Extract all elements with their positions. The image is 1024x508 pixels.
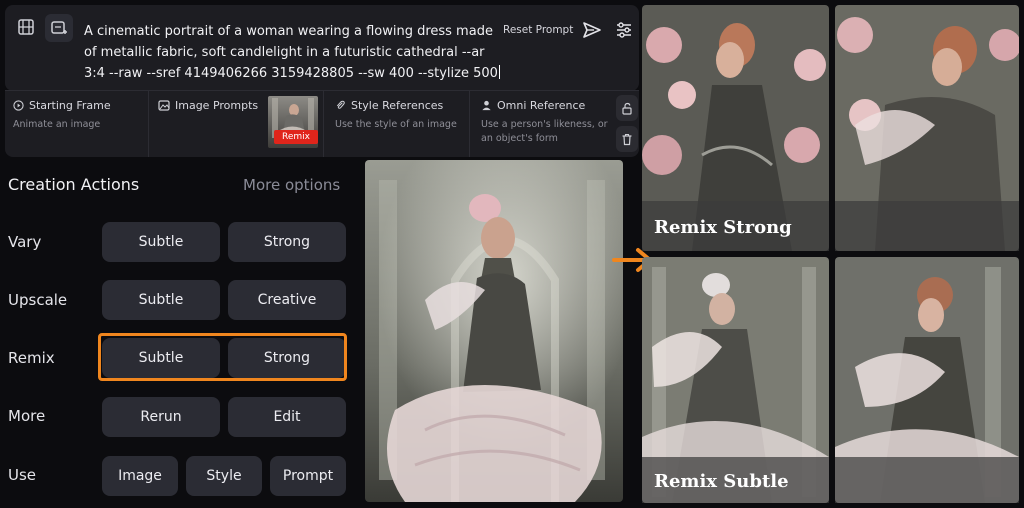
- person-icon: [482, 100, 491, 111]
- vary-strong-button[interactable]: Strong: [228, 222, 346, 262]
- caption-band-subtle-right: [835, 457, 1019, 503]
- omni-reference-header: Omni Reference: [481, 99, 585, 112]
- starting-frame-title: Starting Frame: [29, 99, 111, 112]
- delete-button[interactable]: [616, 126, 638, 152]
- add-image-icon[interactable]: [45, 14, 73, 42]
- remix-highlight-box: [98, 333, 347, 381]
- trash-icon: [622, 133, 632, 145]
- image-prompts-slot[interactable]: Image Prompts Remix: [148, 91, 324, 157]
- main-image-artwork: [365, 160, 623, 502]
- reference-bar: Starting Frame Animate an image Image Pr…: [5, 90, 639, 157]
- remix-subtle-band: Remix Subtle: [642, 457, 1019, 503]
- style-references-slot[interactable]: Style References Use the style of an ima…: [323, 91, 470, 157]
- omni-reference-title: Omni Reference: [497, 99, 586, 112]
- style-references-subtitle: Use the style of an image: [335, 119, 457, 130]
- use-image-button[interactable]: Image: [102, 456, 178, 496]
- upscale-subtle-button[interactable]: Subtle: [102, 280, 220, 320]
- play-circle-icon: [13, 100, 24, 111]
- image-icon: [158, 100, 170, 111]
- film-icon[interactable]: [13, 14, 39, 40]
- image-prompts-header: Image Prompts: [158, 99, 258, 112]
- use-label: Use: [8, 466, 37, 484]
- use-style-button[interactable]: Style: [186, 456, 262, 496]
- remix-badge: Remix: [274, 130, 318, 144]
- starting-frame-subtitle: Animate an image: [13, 119, 101, 130]
- starting-frame-header: Starting Frame: [13, 99, 111, 112]
- vary-subtle-button[interactable]: Subtle: [102, 222, 220, 262]
- more-options-link[interactable]: More options: [243, 176, 340, 194]
- prompt-box: A cinematic portrait of a woman wearing …: [5, 5, 639, 91]
- omni-reference-slot[interactable]: Omni Reference Use a person's likeness, …: [469, 91, 615, 157]
- starting-frame-slot[interactable]: Starting Frame Animate an image: [5, 91, 149, 157]
- prompt-input[interactable]: A cinematic portrait of a woman wearing …: [84, 21, 504, 84]
- more-label: More: [8, 407, 46, 425]
- reset-prompt-button[interactable]: Reset Prompt: [503, 24, 573, 36]
- creation-actions-heading: Creation Actions: [8, 175, 140, 194]
- settings-sliders-icon[interactable]: [611, 17, 637, 43]
- edit-button[interactable]: Edit: [228, 397, 346, 437]
- remix-subtle-caption: Remix Subtle: [654, 471, 789, 492]
- rerun-button[interactable]: Rerun: [102, 397, 220, 437]
- remix-label: Remix: [8, 349, 55, 367]
- style-references-header: Style References: [335, 99, 443, 112]
- vary-label: Vary: [8, 233, 42, 251]
- paperclip-icon: [336, 100, 345, 109]
- unlock-button[interactable]: [616, 95, 638, 121]
- main-image[interactable]: [365, 160, 623, 502]
- image-prompts-title: Image Prompts: [175, 99, 259, 112]
- unlock-icon: [622, 102, 632, 115]
- upscale-creative-button[interactable]: Creative: [228, 280, 346, 320]
- use-prompt-button[interactable]: Prompt: [270, 456, 346, 496]
- style-references-title: Style References: [351, 99, 444, 112]
- prompt-text: A cinematic portrait of a woman wearing …: [84, 24, 498, 81]
- caption-band-strong-right: [835, 201, 1019, 251]
- omni-reference-subtitle: Use a person's likeness, or an object's …: [481, 118, 608, 146]
- remix-strong-caption: Remix Strong: [654, 217, 792, 238]
- remix-strong-band: Remix Strong: [642, 201, 1019, 251]
- upscale-label: Upscale: [8, 291, 68, 309]
- image-prompt-thumbnail[interactable]: Remix: [268, 96, 318, 148]
- text-caret: [498, 65, 500, 79]
- omni-reference-subtitle-line-1: Use a person's likeness, or: [481, 119, 608, 130]
- omni-reference-subtitle-line-2: an object's form: [481, 133, 558, 144]
- send-icon[interactable]: [579, 17, 605, 43]
